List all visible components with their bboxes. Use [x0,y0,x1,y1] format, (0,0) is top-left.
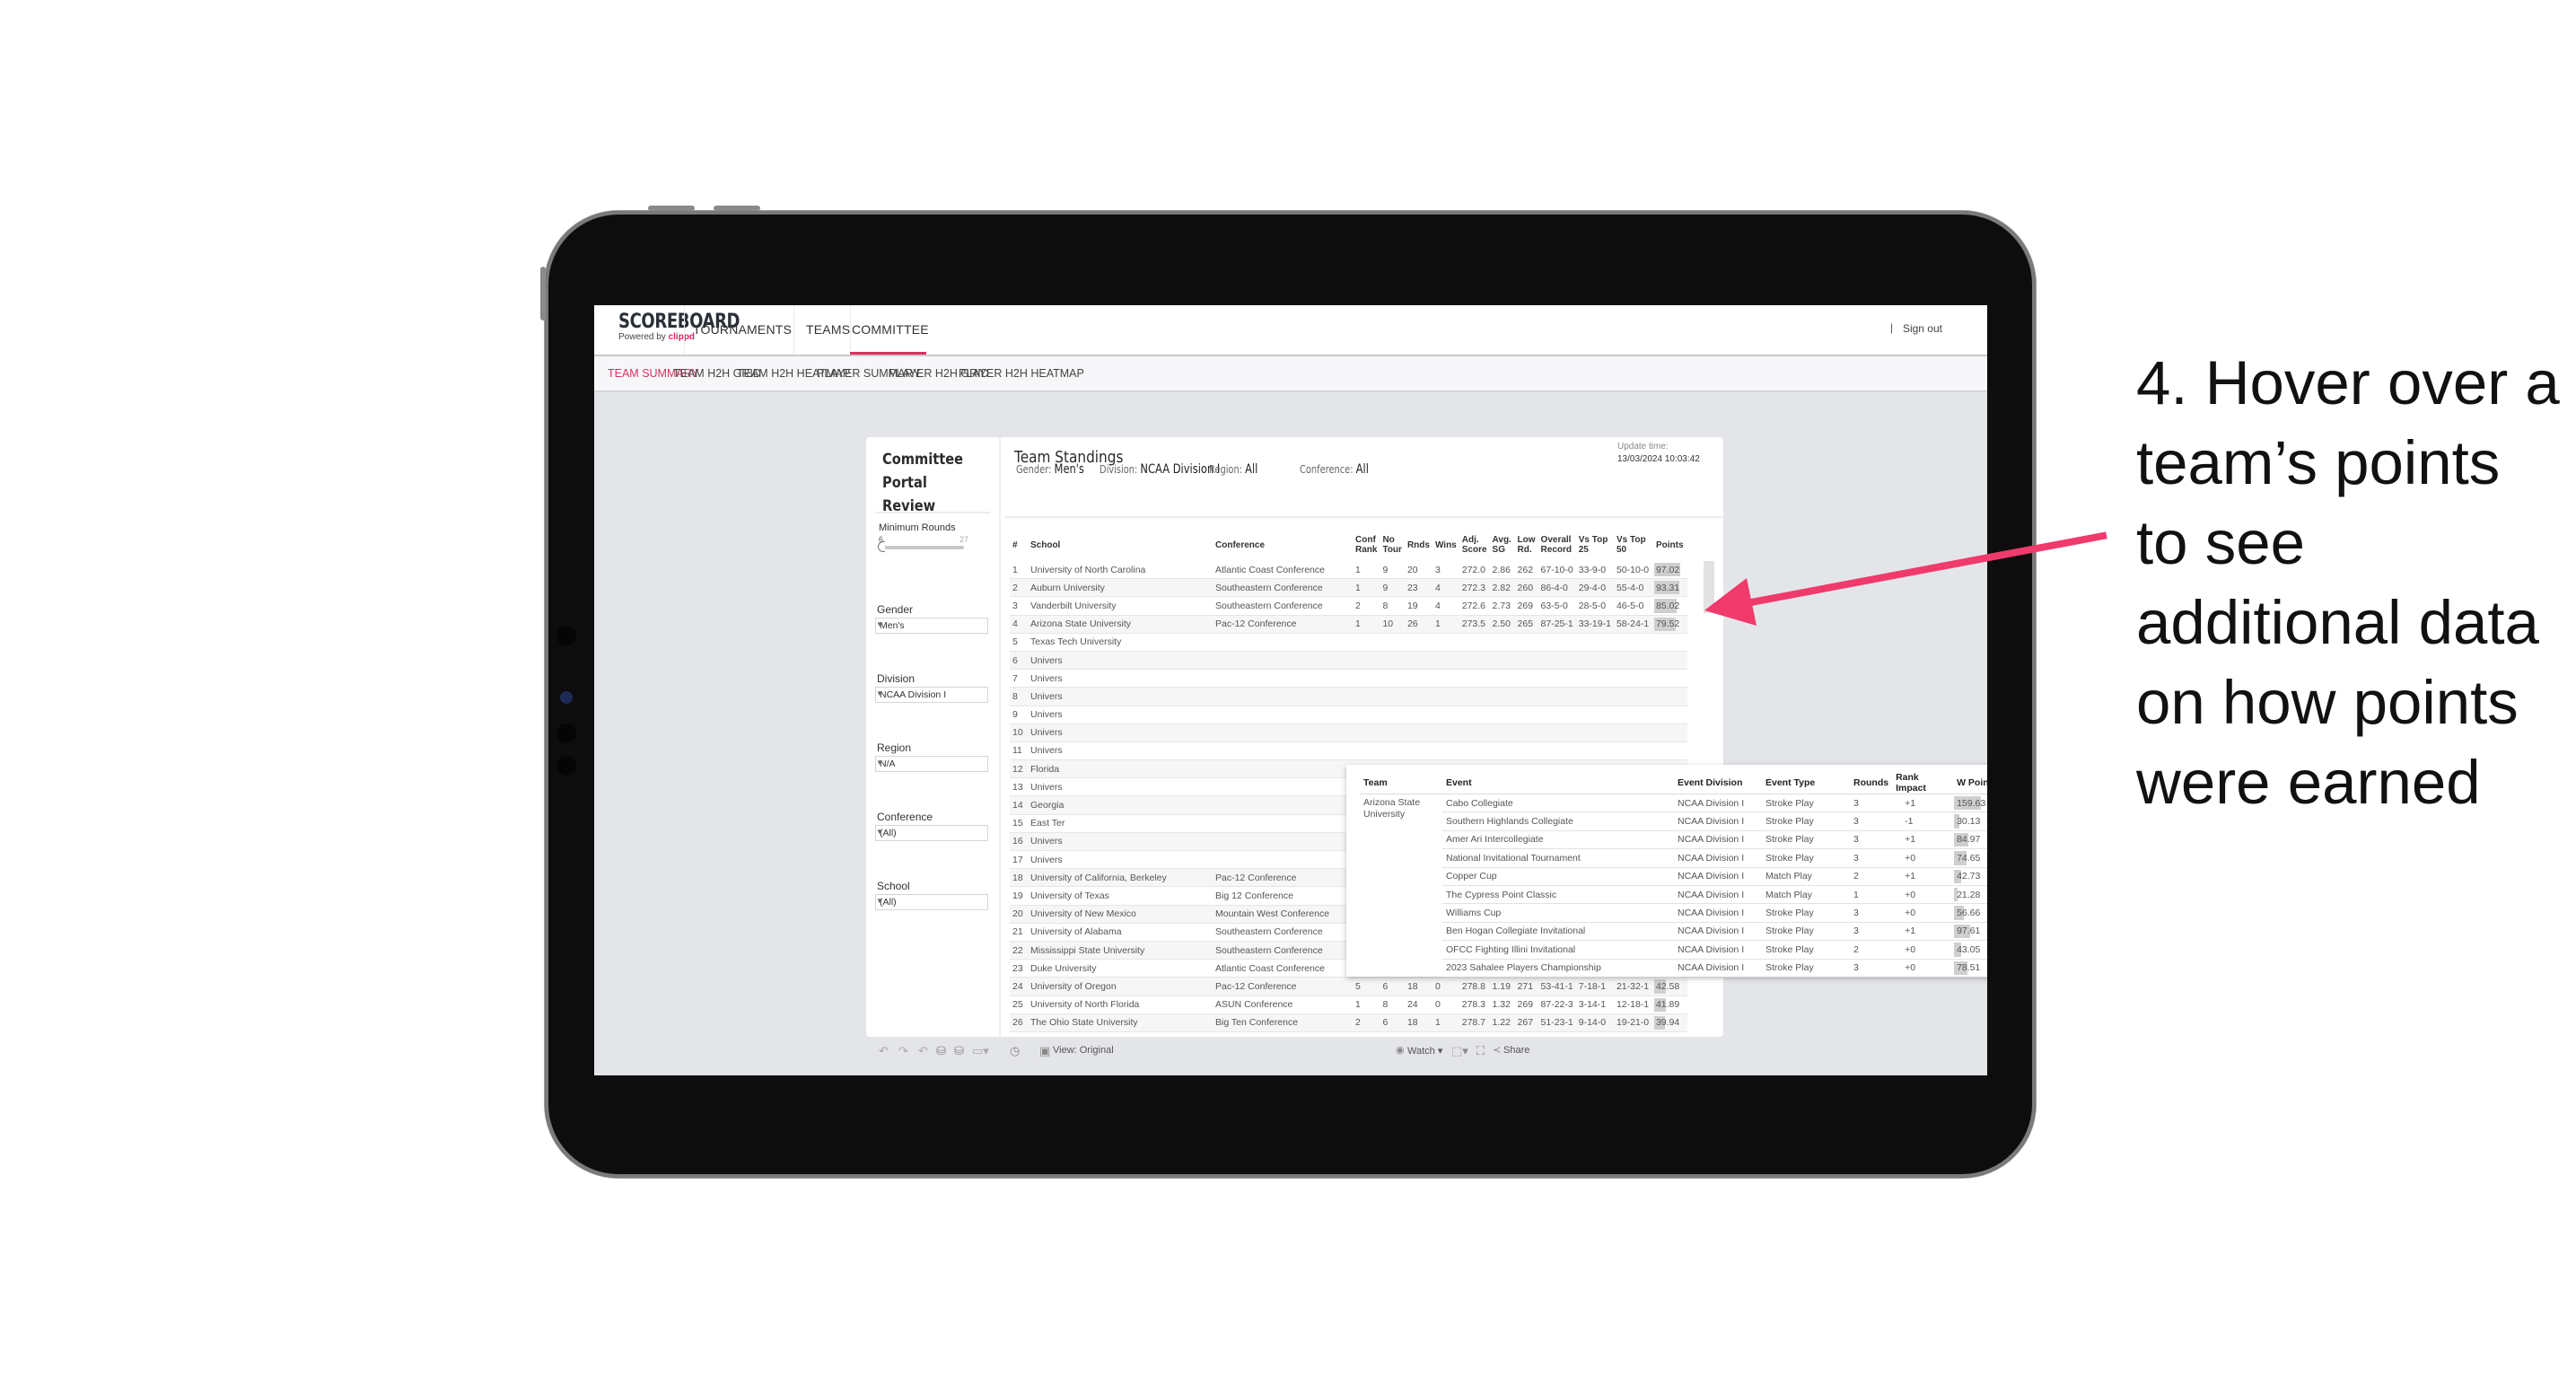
annotation-line: were earned [2136,748,2481,817]
annotation-line: on how points [2136,668,2519,737]
annotation-line: to see [2136,508,2305,577]
annotation-line: 4. Hover over a [2136,348,2560,417]
instruction-annotation: 4. Hover over a team’s points to see add… [2136,343,2560,822]
arrow-shaft [1728,531,2107,610]
annotation-line: additional data [2136,588,2539,657]
arrow-head [1704,578,1757,626]
annotation-line: team’s points [2136,428,2501,497]
